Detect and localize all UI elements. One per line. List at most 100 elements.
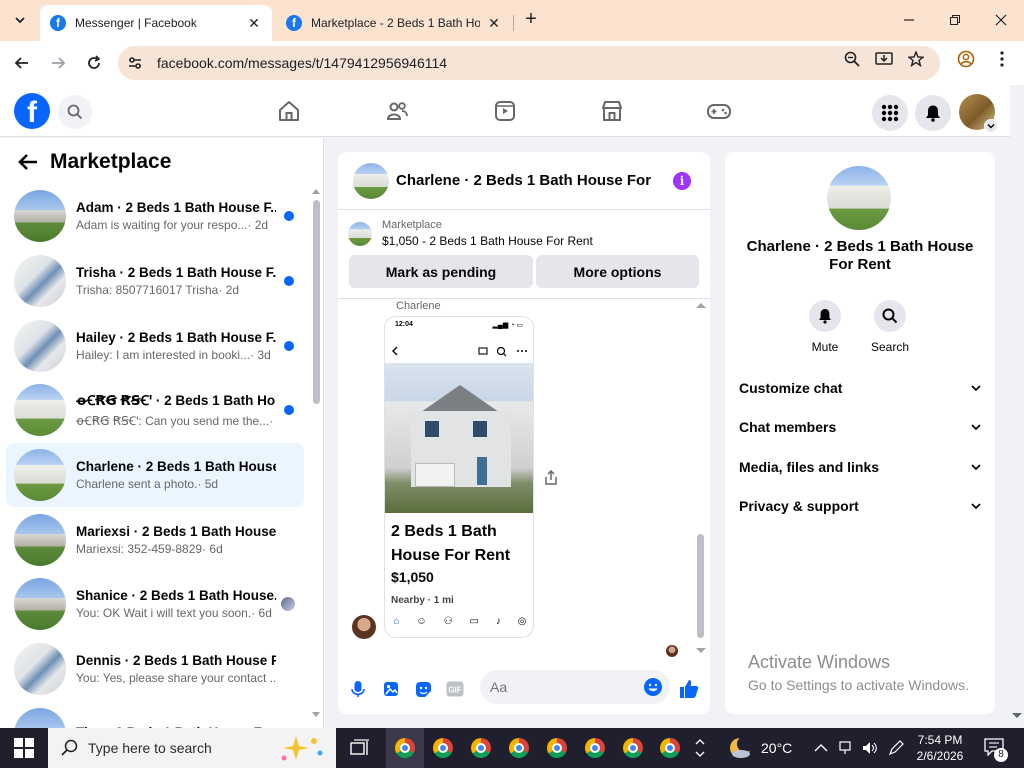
conversation-preview: Hailey: I am interested in booki...· 3d xyxy=(76,348,276,362)
video-nav-button[interactable] xyxy=(491,97,519,125)
scrollbar-thumb[interactable] xyxy=(313,200,320,404)
taskbar-clock[interactable]: 7:54 PM 2/6/2026 xyxy=(912,732,968,764)
minimize-button[interactable] xyxy=(886,0,932,40)
home-nav-button[interactable] xyxy=(275,97,303,125)
send-like-button[interactable] xyxy=(679,679,699,699)
chevron-up-icon[interactable] xyxy=(814,743,828,753)
conversation-last-message: ꝋꞒꞦꞠ ꞦꞨꞒꞌ: Can you send me the... xyxy=(76,414,270,429)
conversation-time: · 6d xyxy=(202,541,223,556)
system-tray-icons[interactable] xyxy=(814,728,904,768)
conversation-item[interactable]: Mariexsi · 2 Beds 1 Bath House F... Marie… xyxy=(6,507,304,572)
chat-scrollbar[interactable] xyxy=(696,302,706,656)
listing-banner[interactable]: Marketplace $1,050 - 2 Beds 1 Bath House… xyxy=(348,216,703,256)
notification-center-button[interactable]: 8 xyxy=(984,738,1008,762)
chrome-taskbar-button-3[interactable] xyxy=(467,734,495,762)
chrome-taskbar-button-2[interactable] xyxy=(429,734,457,762)
volume-icon[interactable] xyxy=(862,740,878,756)
new-tab-button[interactable]: + xyxy=(520,9,542,31)
weather-widget[interactable]: 20°C xyxy=(727,728,792,768)
section-customize-chat[interactable]: Customize chat xyxy=(739,376,981,400)
scroll-up-icon[interactable] xyxy=(312,188,320,194)
pen-icon[interactable] xyxy=(888,740,904,756)
sticker-button[interactable] xyxy=(413,679,433,699)
search-icon xyxy=(61,739,78,756)
close-tab-icon[interactable]: ✕ xyxy=(246,15,262,32)
taskbar-search-box[interactable]: Type here to search xyxy=(48,728,336,768)
mute-button[interactable]: Mute xyxy=(795,300,855,354)
chrome-taskbar-button-8[interactable] xyxy=(656,734,684,762)
notifications-button[interactable] xyxy=(915,95,951,131)
sender-avatar[interactable] xyxy=(352,615,376,639)
sidebar-scrollbar[interactable] xyxy=(312,188,320,718)
scroll-down-icon[interactable] xyxy=(696,648,706,654)
scroll-up-icon[interactable] xyxy=(696,302,706,308)
close-tab-icon[interactable]: ✕ xyxy=(486,15,502,32)
taskbar-overflow-button[interactable] xyxy=(686,734,714,762)
info-icon[interactable]: i xyxy=(673,172,691,190)
conversation-item[interactable]: Shanice · 2 Beds 1 Bath House... You: OK … xyxy=(6,572,304,637)
gif-button[interactable]: GIF xyxy=(445,679,465,699)
reload-button[interactable] xyxy=(82,51,106,75)
conversation-item[interactable]: Dennis · 2 Beds 1 Bath House Fo... You: Y… xyxy=(6,637,304,702)
section-media-files-links[interactable]: Media, files and links xyxy=(739,455,981,479)
site-info-icon[interactable] xyxy=(126,54,144,72)
back-button[interactable] xyxy=(10,51,34,75)
windows-start-icon[interactable] xyxy=(14,738,34,758)
attach-photo-button[interactable] xyxy=(381,679,401,699)
account-avatar[interactable] xyxy=(959,94,998,133)
conversation-item[interactable]: ꝋꞒꞦꞠ ꞦꞨꞒꞌ · 2 Beds 1 Bath Hous... ꝋꞒꞦꞠ ꞦꞨ… xyxy=(6,378,304,443)
tab-search-button[interactable] xyxy=(8,9,32,31)
gamepad-icon xyxy=(707,104,731,119)
forward-button[interactable] xyxy=(46,51,70,75)
chat-avatar[interactable] xyxy=(353,162,389,199)
account-dropdown-icon[interactable] xyxy=(984,119,998,133)
share-icon[interactable] xyxy=(543,470,559,486)
tab-messenger[interactable]: f Messenger | Facebook ✕ xyxy=(40,5,272,41)
browser-menu-button[interactable] xyxy=(992,49,1012,69)
section-chat-members[interactable]: Chat members xyxy=(739,415,981,439)
scrollbar-thumb[interactable] xyxy=(697,534,704,638)
chrome-taskbar-button-4[interactable] xyxy=(505,734,533,762)
tab-marketplace[interactable]: f Marketplace - 2 Beds 1 Bath Ho ✕ xyxy=(276,5,514,41)
network-icon[interactable] xyxy=(838,740,852,756)
more-options-button[interactable]: More options xyxy=(536,255,699,288)
sidebar-title: Marketplace xyxy=(50,150,172,173)
page-scrollbar[interactable] xyxy=(1010,85,1024,728)
menu-button[interactable] xyxy=(872,95,908,131)
close-window-button[interactable] xyxy=(978,0,1024,40)
contact-avatar[interactable] xyxy=(827,166,891,230)
zoom-button[interactable] xyxy=(842,49,862,69)
chrome-taskbar-button-6[interactable] xyxy=(581,734,609,762)
profile-button[interactable] xyxy=(956,49,976,69)
conversation-item[interactable]: Charlene · 2 Beds 1 Bath House ... Charle… xyxy=(6,442,304,508)
conversation-item[interactable]: Hailey · 2 Beds 1 Bath House F... Hailey:… xyxy=(6,313,304,378)
mark-pending-button[interactable]: Mark as pending xyxy=(349,255,533,288)
conversation-item[interactable]: Tina · 2 Beds 1 Bath House Fo... xyxy=(6,702,304,728)
facebook-logo-icon[interactable]: f xyxy=(14,93,50,129)
chat-title[interactable]: Charlene · 2 Beds 1 Bath House For ... xyxy=(396,172,656,189)
facebook-search-button[interactable] xyxy=(58,95,92,129)
friends-nav-button[interactable] xyxy=(383,97,411,125)
marketplace-nav-button[interactable] xyxy=(598,97,626,125)
task-view-button[interactable] xyxy=(346,734,374,762)
restore-button[interactable] xyxy=(932,0,978,40)
address-bar[interactable]: facebook.com/messages/t/1479412956946114 xyxy=(118,46,940,80)
chrome-taskbar-button-5[interactable] xyxy=(543,734,571,762)
message-input[interactable] xyxy=(480,670,670,704)
gaming-nav-button[interactable] xyxy=(705,97,733,125)
conversation-item[interactable]: Trisha · 2 Beds 1 Bath House F... Trisha:… xyxy=(6,249,304,314)
sidebar-back-button[interactable] xyxy=(16,150,40,174)
shared-photo-message[interactable]: 12:04 ▂▄▆ ◔ ▭ 2 Beds 1 Bath House For Re… xyxy=(384,316,534,638)
install-app-button[interactable] xyxy=(874,49,894,69)
bookmark-button[interactable] xyxy=(906,49,926,69)
search-in-chat-button[interactable]: Search xyxy=(860,300,920,354)
chrome-taskbar-button-1[interactable] xyxy=(391,734,419,762)
voice-clip-button[interactable] xyxy=(348,679,368,699)
arrow-left-icon xyxy=(18,154,37,170)
chrome-taskbar-button-7[interactable] xyxy=(619,734,647,762)
section-privacy-support[interactable]: Privacy & support xyxy=(739,494,981,518)
emoji-icon[interactable] xyxy=(644,678,662,696)
conversation-item[interactable]: Adam · 2 Beds 1 Bath House F... Adam is w… xyxy=(6,184,304,249)
scroll-down-icon[interactable] xyxy=(312,712,320,718)
scroll-down-icon[interactable] xyxy=(1012,713,1022,719)
